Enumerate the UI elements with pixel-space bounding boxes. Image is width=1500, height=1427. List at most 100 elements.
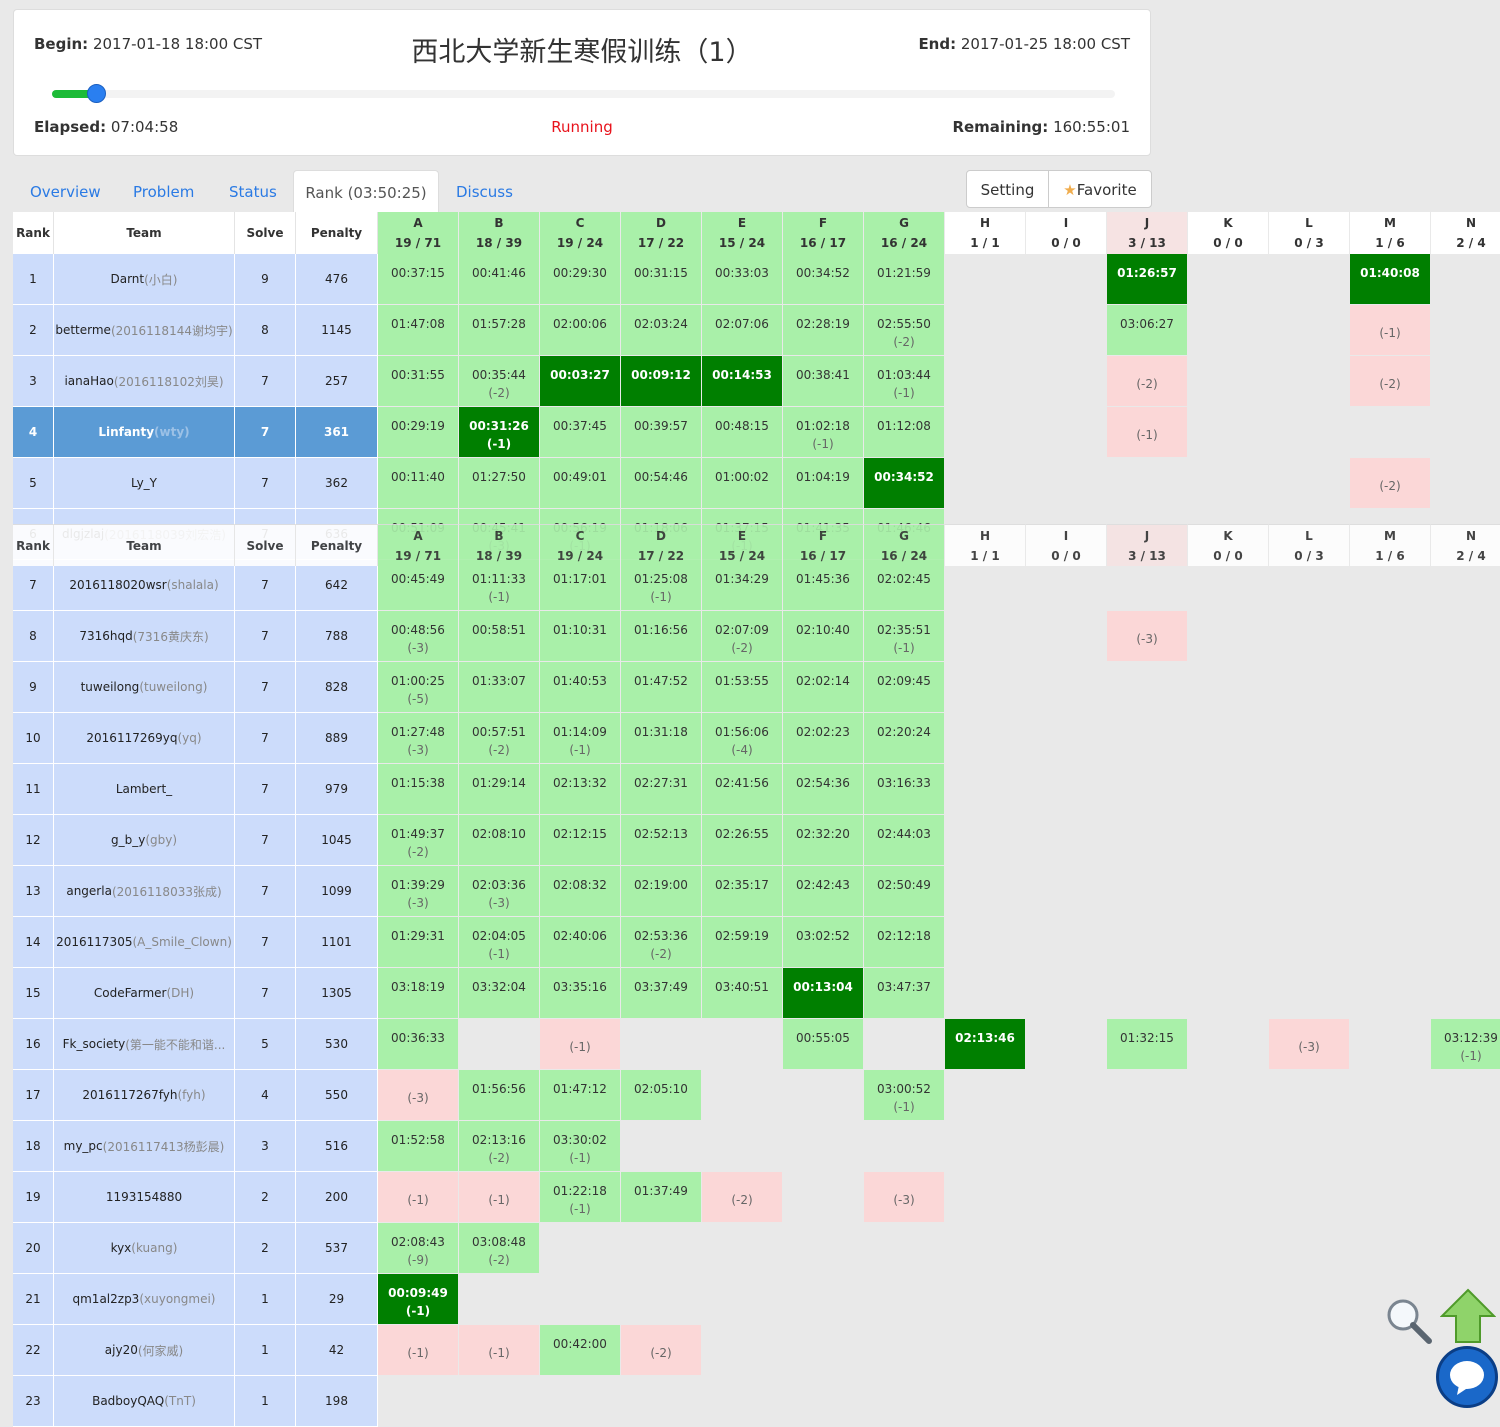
problem-cell-a[interactable]: 01:39:29 (-3): [378, 866, 459, 917]
team-name[interactable]: Lambert_: [116, 782, 172, 796]
problem-cell-g[interactable]: 02:02:45: [864, 560, 945, 611]
problem-cell-a[interactable]: 00:31:55: [378, 356, 459, 407]
problem-cell-f[interactable]: 02:10:40: [783, 611, 864, 662]
problem-header-l-sticky[interactable]: L 0 / 3: [1269, 524, 1350, 566]
problem-cell-c[interactable]: 01:40:53: [540, 662, 621, 713]
problem-cell-a[interactable]: (-1): [378, 1172, 459, 1223]
problem-cell-j[interactable]: (-1): [1107, 407, 1188, 458]
tab-discuss[interactable]: Discuss: [456, 170, 513, 212]
problem-cell-b[interactable]: 00:57:51 (-2): [459, 713, 540, 764]
problem-cell-j[interactable]: (-3): [1107, 611, 1188, 662]
problem-cell-j[interactable]: (-2): [1107, 356, 1188, 407]
problem-cell-g[interactable]: 01:21:59: [864, 254, 945, 305]
team-name[interactable]: my_pc: [64, 1139, 103, 1153]
problem-cell-e[interactable]: 00:48:15: [702, 407, 783, 458]
problem-cell-d[interactable]: 00:09:12: [621, 356, 702, 407]
problem-cell-b[interactable]: 00:41:46: [459, 254, 540, 305]
problem-cell-n[interactable]: 03:12:39 (-1): [1431, 1019, 1500, 1070]
problem-cell-e[interactable]: 02:35:17: [702, 866, 783, 917]
problem-cell-a[interactable]: 01:29:31: [378, 917, 459, 968]
contest-progress-bar[interactable]: [52, 84, 1115, 103]
problem-header-j[interactable]: J 3 / 13: [1107, 212, 1188, 254]
problem-cell-f[interactable]: 00:55:05: [783, 1019, 864, 1070]
problem-header-i-sticky[interactable]: I 0 / 0: [1026, 524, 1107, 566]
problem-cell-f[interactable]: 03:02:52: [783, 917, 864, 968]
problem-cell-g[interactable]: 03:00:52 (-1): [864, 1070, 945, 1121]
column-header-solve-sticky[interactable]: Solve: [235, 524, 296, 566]
cell-team[interactable]: 1193154880: [54, 1172, 235, 1223]
cell-team[interactable]: 2016117267fyh (fyh): [54, 1070, 235, 1121]
problem-cell-c[interactable]: 02:13:32: [540, 764, 621, 815]
progress-slider-handle[interactable]: [86, 84, 106, 103]
team-name[interactable]: Linfanty: [98, 425, 154, 439]
problem-cell-d[interactable]: 03:37:49: [621, 968, 702, 1019]
chat-bubble-icon[interactable]: [1436, 1346, 1498, 1408]
problem-cell-e[interactable]: 01:53:55: [702, 662, 783, 713]
problem-cell-m[interactable]: 01:40:08: [1350, 254, 1431, 305]
tab-rank[interactable]: Rank (03:50:25): [293, 170, 439, 212]
problem-cell-e[interactable]: 01:00:02: [702, 458, 783, 509]
problem-cell-f[interactable]: 02:02:23: [783, 713, 864, 764]
setting-button[interactable]: Setting: [966, 170, 1049, 208]
problem-cell-b[interactable]: 02:04:05 (-1): [459, 917, 540, 968]
problem-cell-g[interactable]: 00:34:52: [864, 458, 945, 509]
problem-cell-c[interactable]: 01:22:18 (-1): [540, 1172, 621, 1223]
problem-header-f[interactable]: F 16 / 17: [783, 212, 864, 254]
problem-cell-d[interactable]: 00:54:46: [621, 458, 702, 509]
problem-cell-e[interactable]: (-2): [702, 1172, 783, 1223]
problem-header-k[interactable]: K 0 / 0: [1188, 212, 1269, 254]
tab-overview[interactable]: Overview: [30, 170, 101, 212]
problem-cell-a[interactable]: 01:27:48 (-3): [378, 713, 459, 764]
team-name[interactable]: Ly_Y: [131, 476, 157, 490]
team-name[interactable]: 2016117305: [56, 935, 132, 949]
column-header-rank-sticky[interactable]: Rank: [13, 524, 54, 566]
problem-cell-c[interactable]: 00:29:30: [540, 254, 621, 305]
problem-header-a[interactable]: A 19 / 71: [378, 212, 459, 254]
problem-cell-c[interactable]: 02:00:06: [540, 305, 621, 356]
problem-cell-e[interactable]: 02:41:56: [702, 764, 783, 815]
problem-cell-f[interactable]: 02:02:14: [783, 662, 864, 713]
problem-cell-d[interactable]: 02:03:24: [621, 305, 702, 356]
problem-cell-g[interactable]: 02:50:49: [864, 866, 945, 917]
problem-cell-a[interactable]: 03:18:19: [378, 968, 459, 1019]
problem-cell-b[interactable]: 03:32:04: [459, 968, 540, 1019]
problem-cell-c[interactable]: 01:14:09 (-1): [540, 713, 621, 764]
cell-team[interactable]: CodeFarmer (DH): [54, 968, 235, 1019]
problem-cell-j[interactable]: 03:06:27: [1107, 305, 1188, 356]
problem-cell-c[interactable]: 02:08:32: [540, 866, 621, 917]
problem-header-c[interactable]: C 19 / 24: [540, 212, 621, 254]
problem-header-n[interactable]: N 2 / 4: [1431, 212, 1500, 254]
column-header-rank[interactable]: Rank: [13, 212, 54, 254]
problem-cell-c[interactable]: 01:47:12: [540, 1070, 621, 1121]
problem-cell-a[interactable]: 02:08:43 (-9): [378, 1223, 459, 1274]
cell-team[interactable]: kyx (kuang): [54, 1223, 235, 1274]
problem-header-h[interactable]: H 1 / 1: [945, 212, 1026, 254]
problem-header-m[interactable]: M 1 / 6: [1350, 212, 1431, 254]
column-header-penalty-sticky[interactable]: Penalty: [296, 524, 378, 566]
problem-cell-j[interactable]: 01:32:15: [1107, 1019, 1188, 1070]
magnifier-icon[interactable]: [1383, 1295, 1433, 1345]
problem-header-b-sticky[interactable]: B 18 / 39: [459, 524, 540, 566]
problem-cell-c[interactable]: 00:49:01: [540, 458, 621, 509]
favorite-button[interactable]: ★Favorite: [1048, 170, 1152, 208]
problem-cell-f[interactable]: 00:34:52: [783, 254, 864, 305]
problem-header-k-sticky[interactable]: K 0 / 0: [1188, 524, 1269, 566]
team-name[interactable]: BadboyQAQ: [92, 1394, 164, 1408]
team-name[interactable]: qm1al2zp3: [73, 1292, 140, 1306]
problem-cell-a[interactable]: 01:47:08: [378, 305, 459, 356]
problem-cell-g[interactable]: 01:12:08: [864, 407, 945, 458]
problem-cell-b[interactable]: 03:08:48 (-2): [459, 1223, 540, 1274]
problem-cell-d[interactable]: 02:05:10: [621, 1070, 702, 1121]
problem-cell-e[interactable]: 01:56:06 (-4): [702, 713, 783, 764]
cell-team[interactable]: 2016117269yq (yq): [54, 713, 235, 764]
problem-cell-g[interactable]: 02:44:03: [864, 815, 945, 866]
problem-cell-a[interactable]: 00:09:49 (-1): [378, 1274, 459, 1325]
problem-header-e[interactable]: E 15 / 24: [702, 212, 783, 254]
problem-cell-b[interactable]: 00:31:26 (-1): [459, 407, 540, 458]
problem-cell-a[interactable]: 00:11:40: [378, 458, 459, 509]
problem-header-g[interactable]: G 16 / 24: [864, 212, 945, 254]
problem-header-m-sticky[interactable]: M 1 / 6: [1350, 524, 1431, 566]
problem-cell-b[interactable]: 00:35:44 (-2): [459, 356, 540, 407]
problem-header-h-sticky[interactable]: H 1 / 1: [945, 524, 1026, 566]
problem-cell-f[interactable]: 01:04:19: [783, 458, 864, 509]
